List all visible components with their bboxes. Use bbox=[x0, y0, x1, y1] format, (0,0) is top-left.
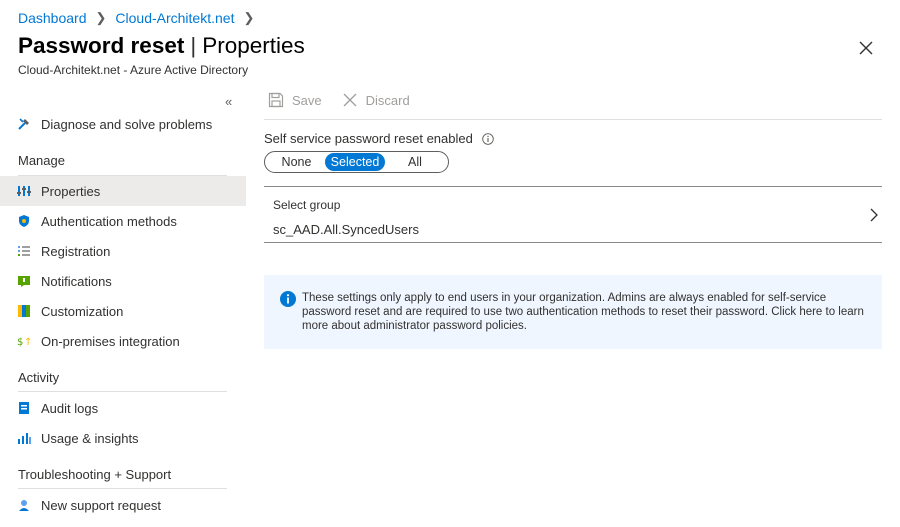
sidebar-item-label: New support request bbox=[41, 497, 161, 513]
save-label: Save bbox=[292, 92, 322, 108]
sidebar-item-label: Registration bbox=[41, 243, 111, 259]
section-manage: Manage bbox=[18, 153, 65, 168]
chevron-right-icon: ❯ bbox=[95, 10, 107, 25]
section-activity: Activity bbox=[18, 370, 60, 385]
sspr-option-all[interactable]: All bbox=[385, 153, 445, 171]
sidebar-item-label: Notifications bbox=[41, 273, 112, 289]
sidebar-item-notifications[interactable]: Notifications bbox=[0, 266, 246, 296]
sidebar-item-label: Authentication methods bbox=[41, 213, 177, 229]
close-icon[interactable] bbox=[858, 40, 874, 56]
page-title: Password reset | Properties bbox=[18, 33, 305, 59]
divider bbox=[18, 391, 227, 392]
save-icon bbox=[268, 92, 284, 108]
support-icon bbox=[17, 498, 31, 512]
sidebar-item-label: Customization bbox=[41, 303, 124, 319]
sspr-option-selected[interactable]: Selected bbox=[325, 153, 385, 171]
sspr-setting-label: Self service password reset enabled bbox=[264, 131, 494, 146]
divider bbox=[264, 186, 882, 187]
properties-icon bbox=[17, 184, 31, 198]
wrench-icon bbox=[17, 117, 31, 131]
sidebar-item-usage-insights[interactable]: Usage & insights bbox=[0, 423, 246, 453]
discard-icon bbox=[343, 93, 357, 107]
sidebar-item-customization[interactable]: Customization bbox=[0, 296, 246, 326]
breadcrumb-dashboard-link[interactable]: Dashboard bbox=[18, 10, 87, 26]
sidebar-item-label: Diagnose and solve problems bbox=[41, 116, 213, 132]
sspr-toggle: None Selected All bbox=[264, 151, 449, 173]
sspr-label-text: Self service password reset enabled bbox=[264, 131, 473, 146]
sidebar-item-registration[interactable]: Registration bbox=[0, 236, 246, 266]
save-button[interactable]: Save bbox=[268, 92, 322, 108]
divider bbox=[264, 242, 882, 243]
sidebar-item-authentication-methods[interactable]: Authentication methods bbox=[0, 206, 246, 236]
sidebar-item-diagnose[interactable]: Diagnose and solve problems bbox=[0, 109, 246, 139]
info-banner[interactable]: These settings only apply to end users i… bbox=[264, 275, 882, 349]
chart-icon bbox=[17, 431, 31, 445]
discard-button[interactable]: Discard bbox=[342, 92, 410, 108]
select-group-row[interactable]: Select group sc_AAD.All.SyncedUsers bbox=[264, 188, 882, 242]
breadcrumb: Dashboard ❯ Cloud-Architekt.net ❯ bbox=[18, 10, 263, 26]
discard-label: Discard bbox=[365, 92, 410, 108]
chevron-right-icon: ❯ bbox=[243, 10, 255, 25]
sidebar-item-new-support-request[interactable]: New support request bbox=[0, 490, 246, 520]
sidebar-item-onprem-integration[interactable]: $ ↑ On-premises integration bbox=[0, 326, 246, 356]
sspr-option-none[interactable]: None bbox=[268, 153, 325, 171]
page-subtitle: Cloud-Architekt.net - Azure Active Direc… bbox=[18, 63, 249, 77]
select-group-label: Select group bbox=[273, 198, 341, 212]
customization-icon bbox=[17, 304, 31, 318]
page-title-main: Password reset bbox=[18, 33, 185, 58]
info-icon[interactable] bbox=[482, 132, 494, 145]
onprem-icon: $ ↑ bbox=[17, 334, 31, 348]
sidebar-item-label: Usage & insights bbox=[41, 430, 139, 446]
sidebar-item-audit-logs[interactable]: Audit logs bbox=[0, 393, 246, 423]
sidebar-item-label: Audit logs bbox=[41, 400, 99, 416]
notification-icon bbox=[17, 274, 31, 288]
sidebar-item-label: Properties bbox=[41, 183, 101, 199]
chevron-right-icon bbox=[870, 208, 878, 222]
breadcrumb-tenant-link[interactable]: Cloud-Architekt.net bbox=[115, 10, 234, 26]
list-icon bbox=[17, 244, 31, 258]
svg-text:$: $ bbox=[17, 337, 23, 348]
page-title-separator: | bbox=[190, 33, 197, 58]
log-icon bbox=[17, 401, 31, 415]
sidebar-item-properties[interactable]: Properties bbox=[0, 176, 246, 206]
collapse-sidebar-icon[interactable]: « bbox=[225, 94, 232, 109]
divider bbox=[264, 119, 882, 120]
sidebar-item-label: On-premises integration bbox=[41, 333, 180, 349]
section-troubleshooting: Troubleshooting + Support bbox=[18, 467, 172, 482]
command-bar: Save Discard bbox=[268, 92, 430, 108]
info-icon bbox=[280, 291, 296, 307]
divider bbox=[18, 488, 227, 489]
page-title-sub: Properties bbox=[202, 33, 305, 58]
info-banner-text: These settings only apply to end users i… bbox=[302, 292, 864, 332]
select-group-value: sc_AAD.All.SyncedUsers bbox=[273, 222, 419, 237]
shield-icon bbox=[17, 214, 31, 228]
svg-text:↑: ↑ bbox=[24, 337, 31, 348]
